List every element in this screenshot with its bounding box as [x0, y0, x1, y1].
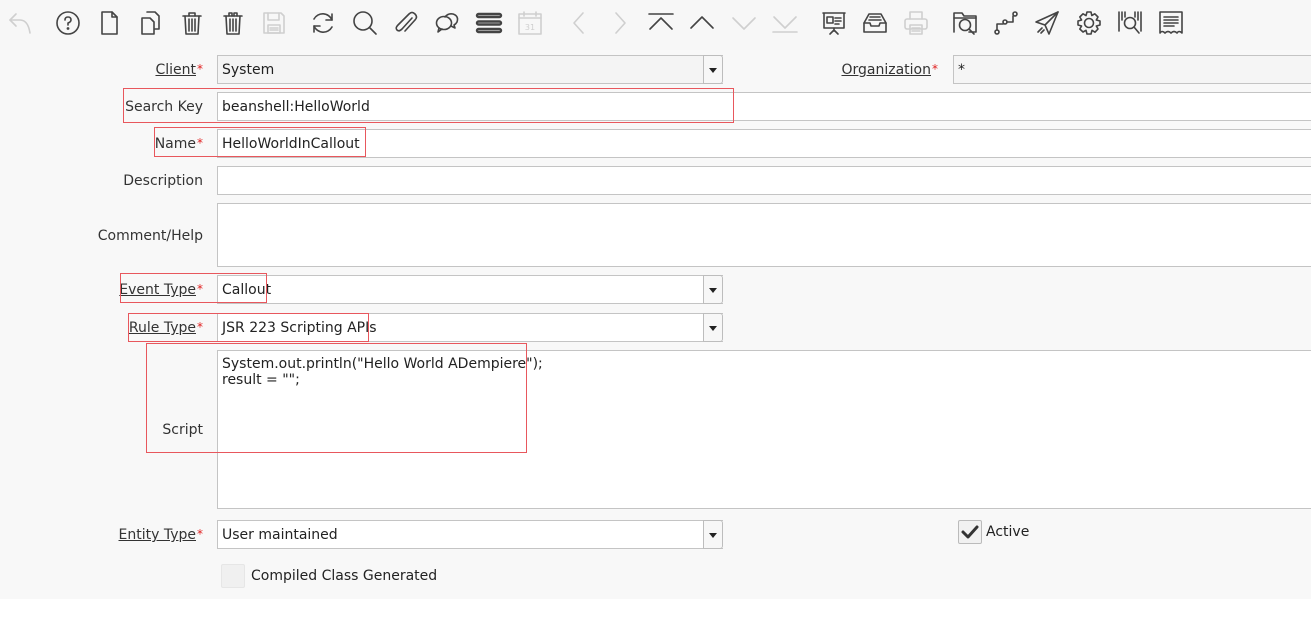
- checkmark-icon: [961, 525, 979, 539]
- presentation-icon: [822, 12, 846, 35]
- search-key-label: Search Key: [125, 99, 203, 115]
- event-type-label: Event Type*: [119, 282, 203, 298]
- client-label: Client*: [155, 62, 203, 78]
- trash-multiple-icon: [223, 12, 243, 35]
- trash-icon: [182, 12, 202, 35]
- client-dropdown-button[interactable]: [703, 55, 723, 84]
- workflow-icon: [994, 11, 1018, 35]
- gear-icon: [1077, 11, 1101, 35]
- chevron-left-icon: [573, 12, 584, 34]
- toolbar: 31: [0, 0, 1311, 50]
- chat-icon: [435, 13, 459, 33]
- description-input[interactable]: [217, 166, 1311, 195]
- last-record-icon: [772, 16, 798, 33]
- comment-help-label: Comment/Help: [97, 228, 203, 244]
- entity-type-dropdown-button[interactable]: [703, 520, 723, 549]
- new-button[interactable]: [92, 6, 126, 40]
- undo-icon: [9, 13, 31, 34]
- active-label: Active: [986, 524, 1030, 540]
- printer-icon: [904, 11, 928, 35]
- compiled-class-checkbox[interactable]: [221, 564, 245, 588]
- inbox-icon: [863, 13, 887, 33]
- quick-form-button[interactable]: [1154, 6, 1188, 40]
- compiled-class-label: Compiled Class Generated: [251, 568, 438, 584]
- chevron-up-icon: [690, 16, 714, 29]
- zoom-across-button[interactable]: [948, 6, 982, 40]
- help-button[interactable]: [51, 6, 85, 40]
- grid-toggle-button[interactable]: [472, 6, 506, 40]
- organization-label: Organization*: [841, 62, 938, 78]
- request-button[interactable]: [1030, 6, 1064, 40]
- undo-button[interactable]: [3, 6, 37, 40]
- chat-button[interactable]: [430, 6, 464, 40]
- parent-record-button[interactable]: [685, 6, 719, 40]
- list-icon: [475, 12, 503, 34]
- chevron-right-icon: [615, 12, 626, 34]
- first-record-button[interactable]: [644, 6, 678, 40]
- script-textarea[interactable]: System.out.println("Hello World ADempier…: [217, 350, 1311, 509]
- form-panel: Client* System Organization* * Search Ke…: [0, 50, 1311, 599]
- name-label: Name*: [154, 136, 203, 152]
- active-checkbox[interactable]: [958, 520, 982, 544]
- attachment-button[interactable]: [389, 6, 423, 40]
- description-label: Description: [123, 173, 203, 189]
- previous-record-button[interactable]: [562, 6, 596, 40]
- report-button[interactable]: [817, 6, 851, 40]
- process-button[interactable]: [1072, 6, 1106, 40]
- next-record-button[interactable]: [603, 6, 637, 40]
- last-record-button[interactable]: [768, 6, 802, 40]
- refresh-button[interactable]: [306, 6, 340, 40]
- product-info-button[interactable]: [1113, 6, 1147, 40]
- entity-type-label: Entity Type*: [118, 527, 203, 543]
- svg-text:31: 31: [525, 23, 535, 32]
- folder-search-icon: [953, 12, 977, 35]
- rule-type-dropdown-button[interactable]: [703, 313, 723, 342]
- detail-record-button[interactable]: [727, 6, 761, 40]
- receipt-icon: [1159, 11, 1183, 34]
- rule-type-select[interactable]: JSR 223 Scripting APIs: [217, 313, 723, 342]
- copy-button[interactable]: [134, 6, 168, 40]
- rule-type-label: Rule Type*: [128, 320, 203, 336]
- script-label: Script: [162, 422, 203, 438]
- save-button[interactable]: [257, 6, 291, 40]
- chevron-down-icon: [732, 17, 756, 30]
- help-icon: [56, 11, 80, 35]
- find-button[interactable]: [348, 6, 382, 40]
- delete-button[interactable]: [175, 6, 209, 40]
- paperclip-icon: [395, 11, 418, 32]
- search-icon: [353, 11, 377, 35]
- print-button[interactable]: [899, 6, 933, 40]
- workflow-button[interactable]: [989, 6, 1023, 40]
- barcode-search-icon: [1118, 11, 1142, 34]
- send-icon: [1035, 11, 1059, 35]
- comment-help-textarea[interactable]: [217, 203, 1311, 267]
- copy-icon: [141, 11, 160, 35]
- archive-button[interactable]: [858, 6, 892, 40]
- first-record-icon: [648, 13, 674, 30]
- calendar-button[interactable]: 31: [513, 6, 547, 40]
- search-key-input[interactable]: beanshell:HelloWorld: [217, 92, 1311, 121]
- client-select[interactable]: System: [217, 55, 723, 84]
- delete-selection-button[interactable]: [216, 6, 250, 40]
- save-icon: [263, 12, 285, 34]
- entity-type-select[interactable]: User maintained: [217, 520, 723, 549]
- organization-field[interactable]: *: [953, 55, 1311, 84]
- event-type-dropdown-button[interactable]: [703, 275, 723, 304]
- name-input[interactable]: HelloWorldInCallout: [217, 129, 1311, 158]
- refresh-icon: [313, 13, 333, 33]
- event-type-select[interactable]: Callout: [217, 275, 723, 304]
- calendar-icon: 31: [518, 11, 542, 35]
- new-document-icon: [101, 11, 118, 35]
